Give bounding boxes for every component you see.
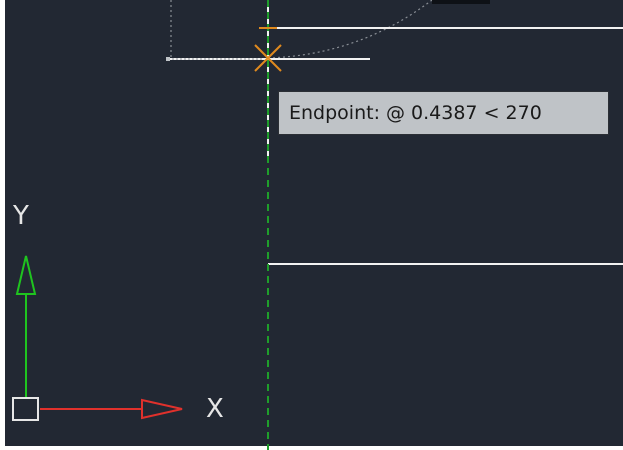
ucs-x-label: X — [206, 394, 224, 424]
start-point-marker — [166, 57, 170, 61]
canvas-background — [0, 0, 623, 450]
dynamic-input-tooltip: Endpoint: @ 0.4387 < 270 — [278, 91, 609, 135]
clipped-element — [432, 0, 490, 4]
canvas-edge-bottom — [0, 446, 623, 450]
canvas-edge-left — [0, 0, 5, 450]
ucs-y-label: Y — [13, 201, 29, 231]
drawing-canvas[interactable] — [0, 0, 623, 450]
